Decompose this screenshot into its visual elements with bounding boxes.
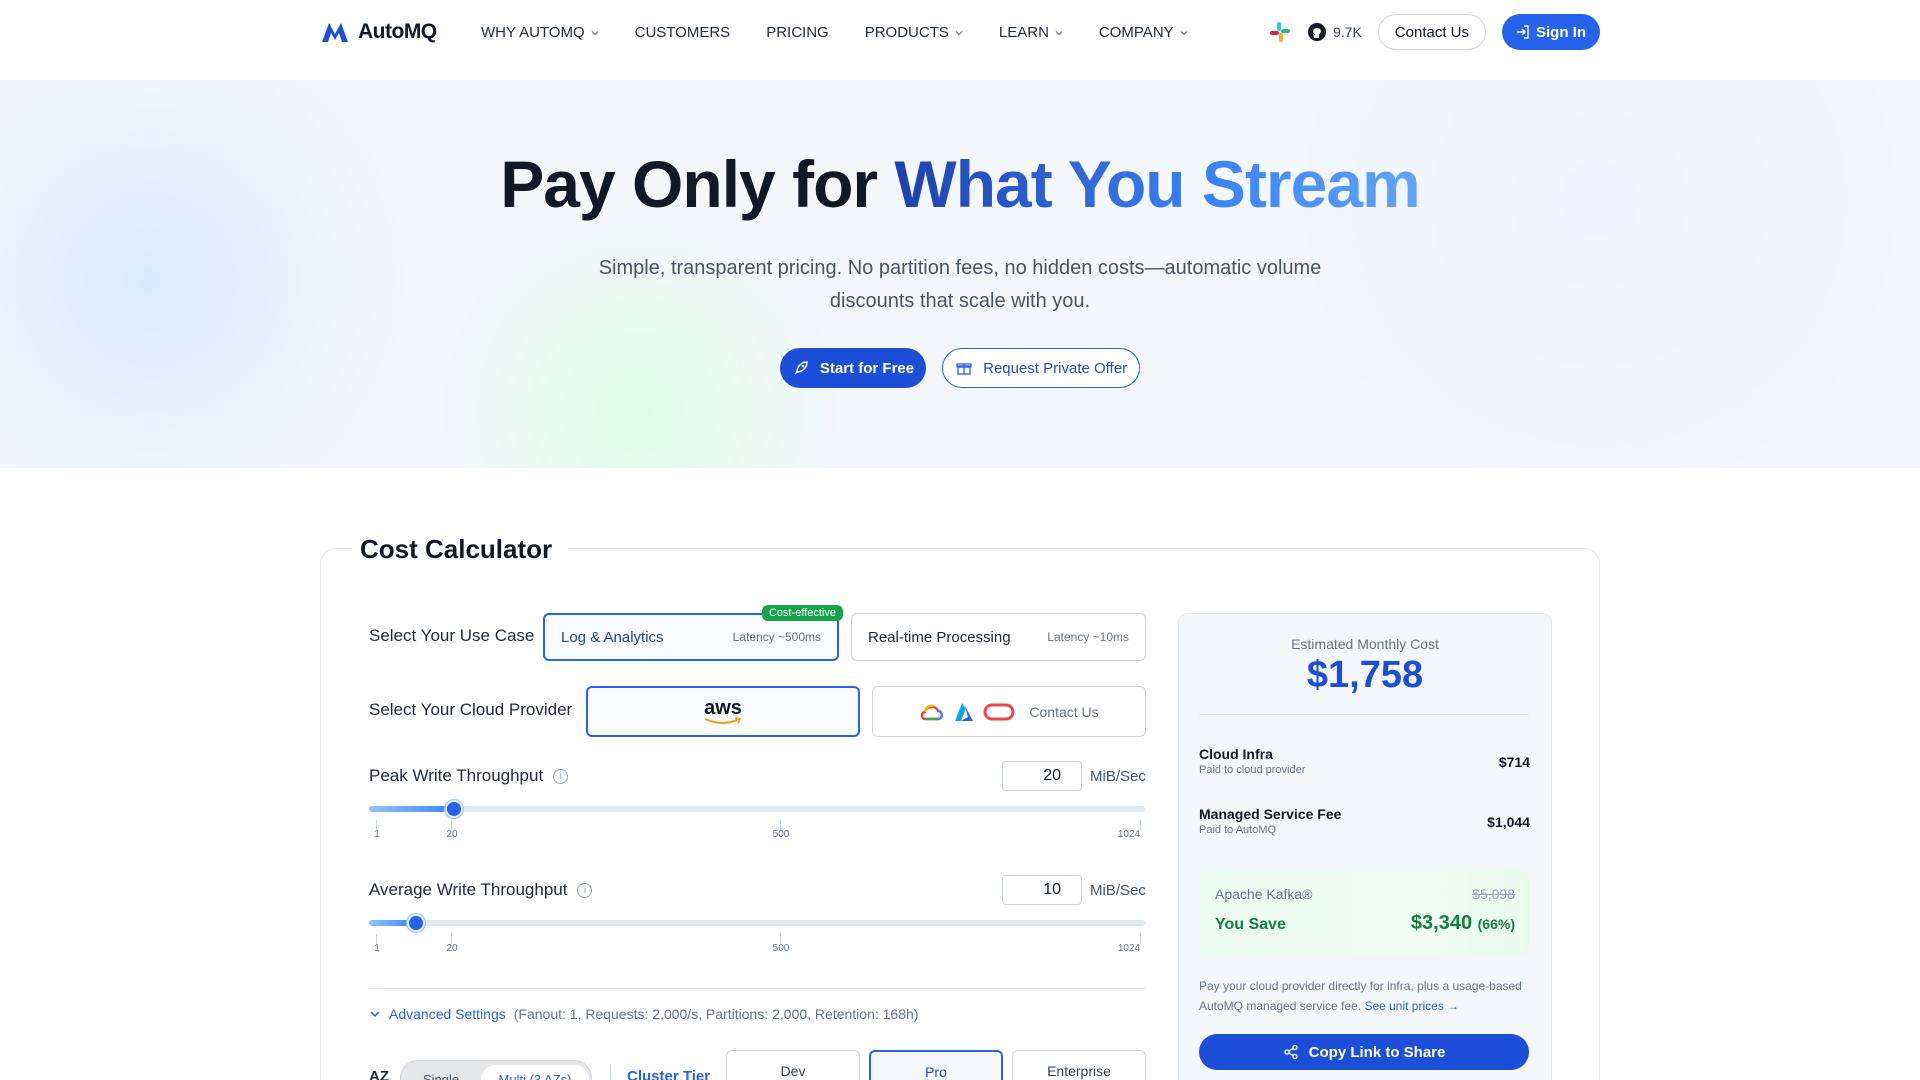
- vertical-divider: [610, 1064, 611, 1080]
- cost-line-value: $714: [1498, 754, 1530, 770]
- hero-subtitle: Simple, transparent pricing. No partitio…: [598, 257, 1322, 312]
- slider-tick-label: 1024: [1117, 943, 1141, 954]
- chevron-down-icon: [1180, 30, 1188, 35]
- cost-line-name: Managed Service Fee: [1199, 806, 1342, 822]
- tier-option-pro[interactable]: Pro: [869, 1050, 1003, 1080]
- cloud-option-aws[interactable]: aws: [586, 686, 860, 737]
- slider-fill: [369, 806, 455, 812]
- you-save-percent: (66%): [1477, 916, 1515, 932]
- pricing-note: Pay your cloud provider directly for inf…: [1199, 979, 1522, 1013]
- start-for-free-button[interactable]: Start for Free: [779, 348, 927, 388]
- hero-section: Pay Only for What You Stream Simple, tra…: [0, 80, 1920, 468]
- advanced-settings-summary: (Fanout: 1, Requests: 2,000/s, Partition…: [513, 1006, 919, 1022]
- hero-title-highlight: What You Stream: [894, 147, 1420, 221]
- nav-actions: 9.7K Contact Us Sign In: [1269, 14, 1600, 50]
- github-star-count: 9.7K: [1332, 24, 1362, 40]
- nav-item-why-automq[interactable]: WHY AUTOMQ: [481, 24, 599, 41]
- rocket-icon: [794, 361, 808, 375]
- hero-title: Pay Only for What You Stream: [0, 146, 1920, 222]
- kafka-cost: $5,098: [1472, 886, 1515, 902]
- cost-line-sub: Paid to cloud provider: [1199, 764, 1306, 776]
- cost-effective-badge: Cost-effective: [761, 605, 843, 621]
- cloud-option-other[interactable]: Contact Us: [872, 686, 1146, 737]
- average-throughput-input[interactable]: 10: [1002, 875, 1082, 905]
- sign-in-button[interactable]: Sign In: [1502, 14, 1600, 50]
- panel-divider: [1199, 714, 1529, 715]
- kafka-label: Apache Kafka®: [1215, 886, 1313, 902]
- slider-tick: [1140, 820, 1141, 830]
- top-nav: AutoMQ WHY AUTOMQ CUSTOMERS PRICING PROD…: [0, 0, 1920, 80]
- slider-tick-label: 1: [374, 943, 380, 954]
- slider-thumb[interactable]: [406, 914, 425, 932]
- slider-tick-label: 500: [772, 829, 790, 840]
- info-icon[interactable]: i: [577, 882, 593, 898]
- section-divider: [369, 988, 1145, 989]
- main-menu: WHY AUTOMQ CUSTOMERS PRICING PRODUCTS LE…: [481, 24, 1188, 41]
- average-throughput-unit: MiB/Sec: [1090, 882, 1146, 899]
- estimate-value: $1,758: [1306, 654, 1424, 696]
- az-option-single[interactable]: Single: [405, 1065, 477, 1080]
- tier-option-enterprise[interactable]: Enterprise: [1012, 1050, 1146, 1080]
- peak-throughput-input[interactable]: 20: [1002, 761, 1082, 791]
- nav-item-company[interactable]: COMPANY: [1099, 24, 1188, 41]
- use-case-label: Select Your Use Case: [369, 626, 535, 645]
- use-case-log-analytics[interactable]: Log & Analytics Latency ~500ms Cost-effe…: [543, 605, 843, 661]
- use-case-realtime-processing[interactable]: Real-time Processing Latency ~10ms: [851, 613, 1146, 661]
- nav-item-learn[interactable]: LEARN: [999, 24, 1063, 41]
- github-link[interactable]: 9.7K: [1307, 22, 1362, 42]
- chevron-down-icon: [955, 30, 963, 35]
- nav-item-customers[interactable]: CUSTOMERS: [635, 24, 731, 41]
- aws-logo: aws: [703, 698, 743, 725]
- chevron-down-icon: [591, 30, 599, 35]
- see-unit-prices-link[interactable]: See unit prices →: [1364, 999, 1459, 1013]
- cost-line-sub: Paid to AutoMQ: [1199, 824, 1277, 836]
- peak-throughput-label: Peak Write Throughput i: [369, 766, 569, 786]
- automq-logo-icon: [322, 23, 348, 42]
- advanced-settings-toggle[interactable]: Advanced Settings (Fanout: 1, Requests: …: [369, 1006, 918, 1022]
- estimate-label: Estimated Monthly Cost: [1291, 636, 1439, 652]
- azure-icon: [955, 702, 974, 721]
- chevron-down-icon: [370, 1011, 380, 1018]
- cost-line-value: $1,044: [1487, 814, 1530, 830]
- info-icon[interactable]: i: [553, 768, 569, 784]
- peak-throughput-unit: MiB/Sec: [1090, 768, 1146, 785]
- contact-us-button[interactable]: Contact Us: [1377, 14, 1486, 50]
- hero-title-plain: Pay Only for: [500, 147, 878, 221]
- nav-item-products[interactable]: PRODUCTS: [865, 24, 963, 41]
- brand-name: AutoMQ: [358, 20, 437, 43]
- peak-throughput-slider[interactable]: [369, 800, 1145, 818]
- cost-line-name: Cloud Infra: [1199, 746, 1273, 762]
- you-save-value: $3,340 (66%): [1410, 912, 1515, 934]
- sign-in-icon: [1517, 25, 1529, 39]
- oracle-icon: [983, 703, 1015, 720]
- cloud-provider-label: Select Your Cloud Provider: [369, 700, 573, 719]
- average-throughput-slider[interactable]: [369, 914, 1145, 932]
- slider-tick: [1140, 934, 1141, 944]
- average-throughput-label: Average Write Throughput i: [369, 880, 593, 900]
- share-icon: [1284, 1044, 1298, 1060]
- slider-tick-label: 500: [772, 943, 790, 954]
- slider-tick-label: 1: [374, 829, 380, 840]
- az-toggle: Single Multi (3 AZs): [400, 1060, 592, 1080]
- you-save-label: You Save: [1215, 916, 1286, 933]
- tier-option-dev[interactable]: Dev: [726, 1050, 860, 1080]
- cluster-tier-label: Cluster Tier: [627, 1068, 711, 1080]
- slider-tick-label: 20: [446, 829, 458, 840]
- az-option-multi[interactable]: Multi (3 AZs): [481, 1065, 589, 1080]
- slack-icon[interactable]: [1269, 21, 1291, 43]
- az-label: AZ: [369, 1068, 389, 1080]
- slider-tick-label: 20: [446, 943, 458, 954]
- brand-logo[interactable]: AutoMQ: [320, 20, 437, 44]
- hero-cta-group: Start for Free Request Private Offer: [0, 348, 1920, 388]
- gift-icon: [956, 363, 972, 375]
- copy-link-button[interactable]: Copy Link to Share: [1199, 1034, 1529, 1070]
- nav-item-pricing[interactable]: PRICING: [766, 24, 829, 41]
- chevron-down-icon: [1055, 30, 1063, 35]
- aws-smile-icon: [704, 716, 742, 724]
- slider-tick-label: 1024: [1117, 829, 1141, 840]
- gcp-cloud-icon: [921, 703, 944, 720]
- github-icon: [1307, 23, 1326, 41]
- calculator-title: Cost Calculator: [352, 534, 569, 565]
- request-private-offer-button[interactable]: Request Private Offer: [942, 348, 1141, 388]
